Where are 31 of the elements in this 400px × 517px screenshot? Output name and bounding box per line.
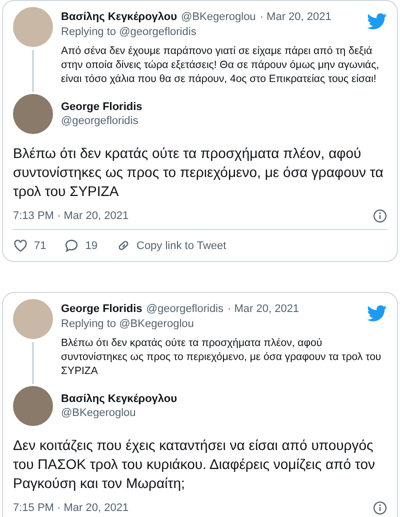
reply-button[interactable]: 19 — [64, 238, 98, 253]
avatar[interactable] — [13, 94, 53, 134]
tweet-text: Βλέπω ότι δεν κρατάς ούτε τα προσχήματα πλέον, αφού συντονίστηκες ως προς το περιεχόμενο, με όσα γραφουν τα τρολ του ΣΥΡΙΖΑ — [13, 144, 384, 201]
tweet-date: · Mar 20, 2021 — [260, 11, 332, 23]
author-name[interactable]: George Floridis — [61, 101, 142, 113]
like-button[interactable]: 71 — [13, 238, 46, 253]
tweet-timestamp[interactable]: 7:13 PM · Mar 20, 2021 — [13, 210, 129, 222]
author-name[interactable]: George Floridis — [61, 303, 142, 315]
reply-handle-link[interactable]: @georgefloridis — [119, 26, 196, 38]
info-icon[interactable] — [373, 209, 387, 223]
reply-handle-link[interactable]: @BKegeroglou — [119, 318, 194, 330]
author-handle[interactable]: @georgefloridis — [146, 303, 224, 315]
author-name[interactable]: Βασίλης Κεγκέρογλου — [61, 393, 178, 405]
replying-label: Replying to — [61, 26, 116, 38]
tweet-text: Δεν κοιτάζεις που έχεις καταντήσει να είσαι από υπουργός του ΠΑΣΟΚ τρολ του κυριάκου. Διαφέρεις νομίζεις από τον Ραγκούση και τον Μωραίτη; — [13, 436, 376, 493]
tweet-text: Από σένα δεν έχουμε παράπονο γιατί σε είχαμε πάρει από τη δεξιά στην οποία δίνεις τώρα εξετάσεις! Θα σε πάρουν όμως μην αγωνιάς, είναι τόσο χάλια που θα σε πάρουν, 4ος στο Επικρατείας τους είσαι! — [61, 44, 380, 86]
tweet-timestamp[interactable]: 7:15 PM · Mar 20, 2021 — [13, 502, 129, 514]
heart-icon — [13, 238, 28, 253]
bird-icon — [367, 13, 387, 30]
author-handle[interactable]: @BKegeroglou — [181, 11, 256, 23]
bird-icon — [367, 305, 387, 322]
info-icon[interactable] — [373, 501, 387, 515]
author-handle[interactable]: @BKegeroglou — [61, 407, 178, 419]
author-handle[interactable]: @georgefloridis — [61, 115, 142, 127]
tweet-date: · Mar 20, 2021 — [228, 303, 300, 315]
tweet-text: Βλέπω ότι δεν κρατάς ούτε τα προσχήματα πλέον, αφού συντονίστηκες ως προς το περιεχόμενο, με όσα γραφουν τα τρολ του ΣΥΡΙΖΑ — [61, 336, 382, 378]
avatar[interactable] — [13, 386, 53, 426]
speech-bubble-icon — [64, 238, 80, 253]
author-name[interactable]: Βασίλης Κεγκέρογλου — [61, 11, 178, 23]
copy-link-button[interactable]: Copy link to Tweet — [116, 238, 226, 253]
replying-label: Replying to — [61, 318, 116, 330]
